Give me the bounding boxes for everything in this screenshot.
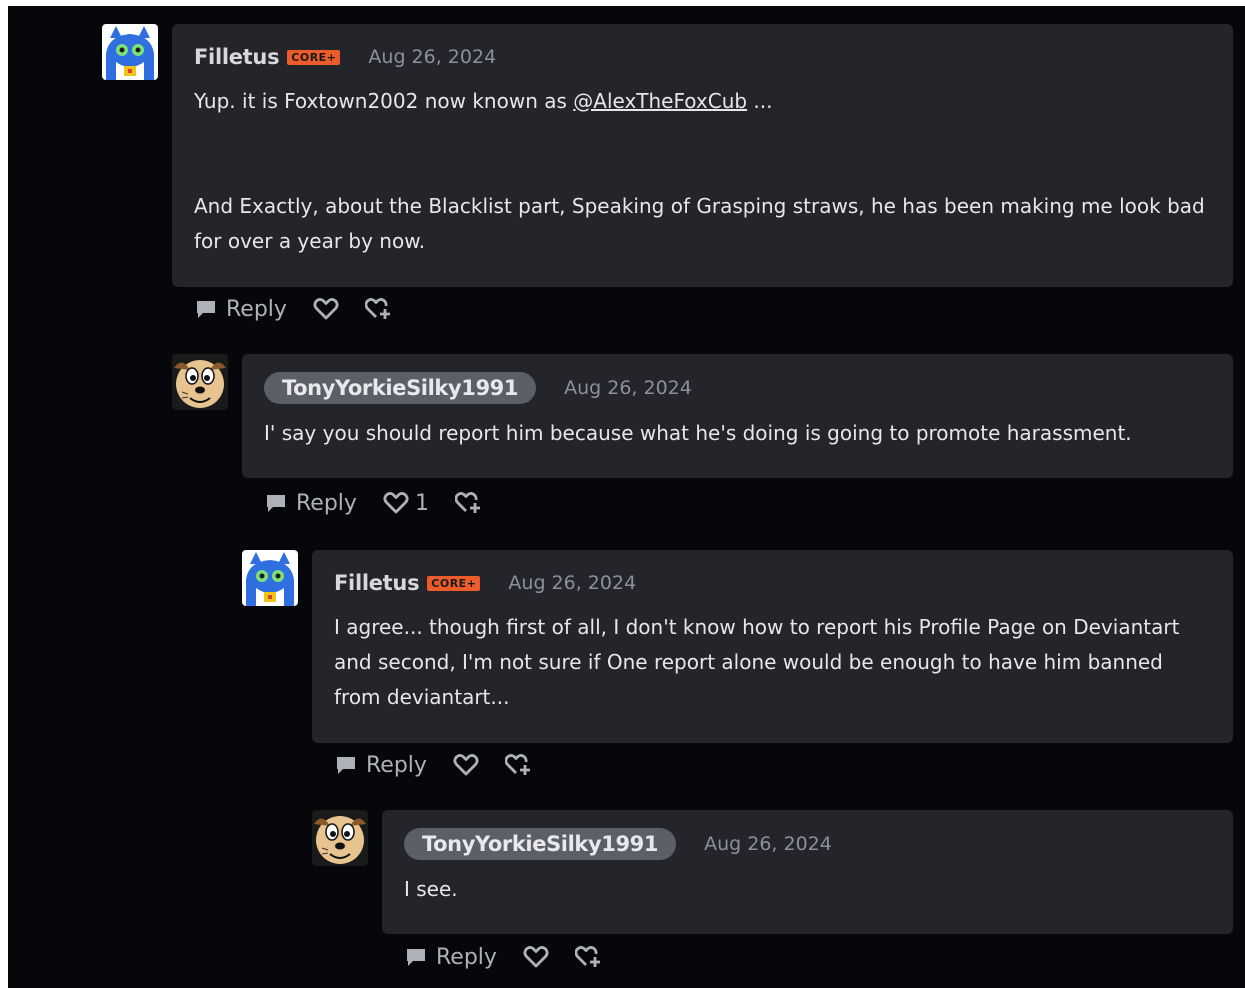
reply-label: Reply [366,752,427,778]
comment-meta: TonyYorkieSilky1991 Aug 26, 2024 [404,826,832,862]
comment-date[interactable]: Aug 26, 2024 [564,377,692,399]
reply-button[interactable]: Reply [404,945,497,970]
comment-body: Yup. it is Foxtown2002 now known as @Ale… [194,84,1214,259]
comment-paragraph: Yup. it is Foxtown2002 now known as @Ale… [194,84,1214,119]
fave-button[interactable] [574,944,603,970]
author-name[interactable]: TonyYorkieSilky1991 [264,372,537,404]
comment-actions: Reply [334,752,559,778]
core-badge: CORE+ [427,575,481,591]
comment-text: I agree... though first of all, I don't … [334,615,1180,709]
comment-date[interactable]: Aug 26, 2024 [704,833,832,855]
comment-thread-frame: Filletus CORE+ Aug 26, 2024 Yup. it is F… [8,6,1245,988]
dog-avatar-icon [312,810,368,866]
comment-actions: Reply 1 [264,490,509,516]
mention-link[interactable]: @AlexTheFoxCub [573,89,747,113]
comment-body: I' say you should report him because wha… [264,416,1224,451]
heart-icon [383,492,409,514]
comment-card: Filletus CORE+ Aug 26, 2024 I agree... t… [312,550,1233,743]
heart-icon [523,946,549,968]
comment-body: I agree... though first of all, I don't … [334,610,1194,715]
comment-text: I' say you should report him because wha… [264,421,1132,445]
avatar[interactable] [242,550,298,606]
comment-date[interactable]: Aug 26, 2024 [368,46,496,68]
comment-card: TonyYorkieSilky1991 Aug 26, 2024 I' say … [242,354,1233,478]
speech-bubble-icon [337,757,355,774]
author-name[interactable]: TonyYorkieSilky1991 [404,828,677,860]
favourite-plus-icon [454,492,480,513]
avatar[interactable] [312,810,368,866]
fox-avatar-icon [102,24,158,80]
comment-card: TonyYorkieSilky1991 Aug 26, 2024 I see. [382,810,1233,934]
comment-actions: Reply [404,944,629,970]
dog-avatar-icon [172,354,228,410]
comment-meta: Filletus CORE+ Aug 26, 2024 [194,42,496,72]
heart-icon [453,754,479,776]
reply-button[interactable]: Reply [334,753,427,778]
like-button[interactable] [313,297,339,321]
like-button[interactable] [453,753,479,777]
reply-label: Reply [226,296,287,322]
favourite-plus-icon [504,754,530,775]
author-name[interactable]: Filletus [194,45,280,69]
author-name[interactable]: Filletus [334,571,420,595]
comment-meta: TonyYorkieSilky1991 Aug 26, 2024 [264,370,692,406]
comment-text: I see. [404,877,458,901]
speech-bubble-icon [407,949,425,966]
comment-actions: Reply [194,296,419,322]
favourite-plus-icon [574,946,600,967]
heart-icon [313,298,339,320]
comment-paragraph: And Exactly, about the Blacklist part, S… [194,194,1205,253]
fave-button[interactable] [504,752,533,778]
comment-text: ... [747,89,773,113]
like-button[interactable]: 1 [383,491,429,516]
speech-bubble-icon [197,301,215,318]
like-button[interactable] [523,945,549,969]
like-count: 1 [414,490,429,516]
comment-body: I see. [404,872,1204,907]
reply-button[interactable]: Reply [194,297,287,322]
fave-button[interactable] [454,490,483,516]
reply-label: Reply [296,490,357,516]
avatar[interactable] [102,24,158,80]
speech-bubble-icon [267,495,285,512]
comment-date[interactable]: Aug 26, 2024 [508,572,636,594]
comment-meta: Filletus CORE+ Aug 26, 2024 [334,568,636,598]
comment-text: Yup. it is Foxtown2002 now known as [194,89,574,113]
core-badge: CORE+ [287,49,341,65]
favourite-plus-icon [364,298,390,319]
reply-label: Reply [436,944,497,970]
fave-button[interactable] [364,296,393,322]
avatar[interactable] [172,354,228,410]
reply-button[interactable]: Reply [264,491,357,516]
fox-avatar-icon [242,550,298,606]
comment-card: Filletus CORE+ Aug 26, 2024 Yup. it is F… [172,24,1233,287]
